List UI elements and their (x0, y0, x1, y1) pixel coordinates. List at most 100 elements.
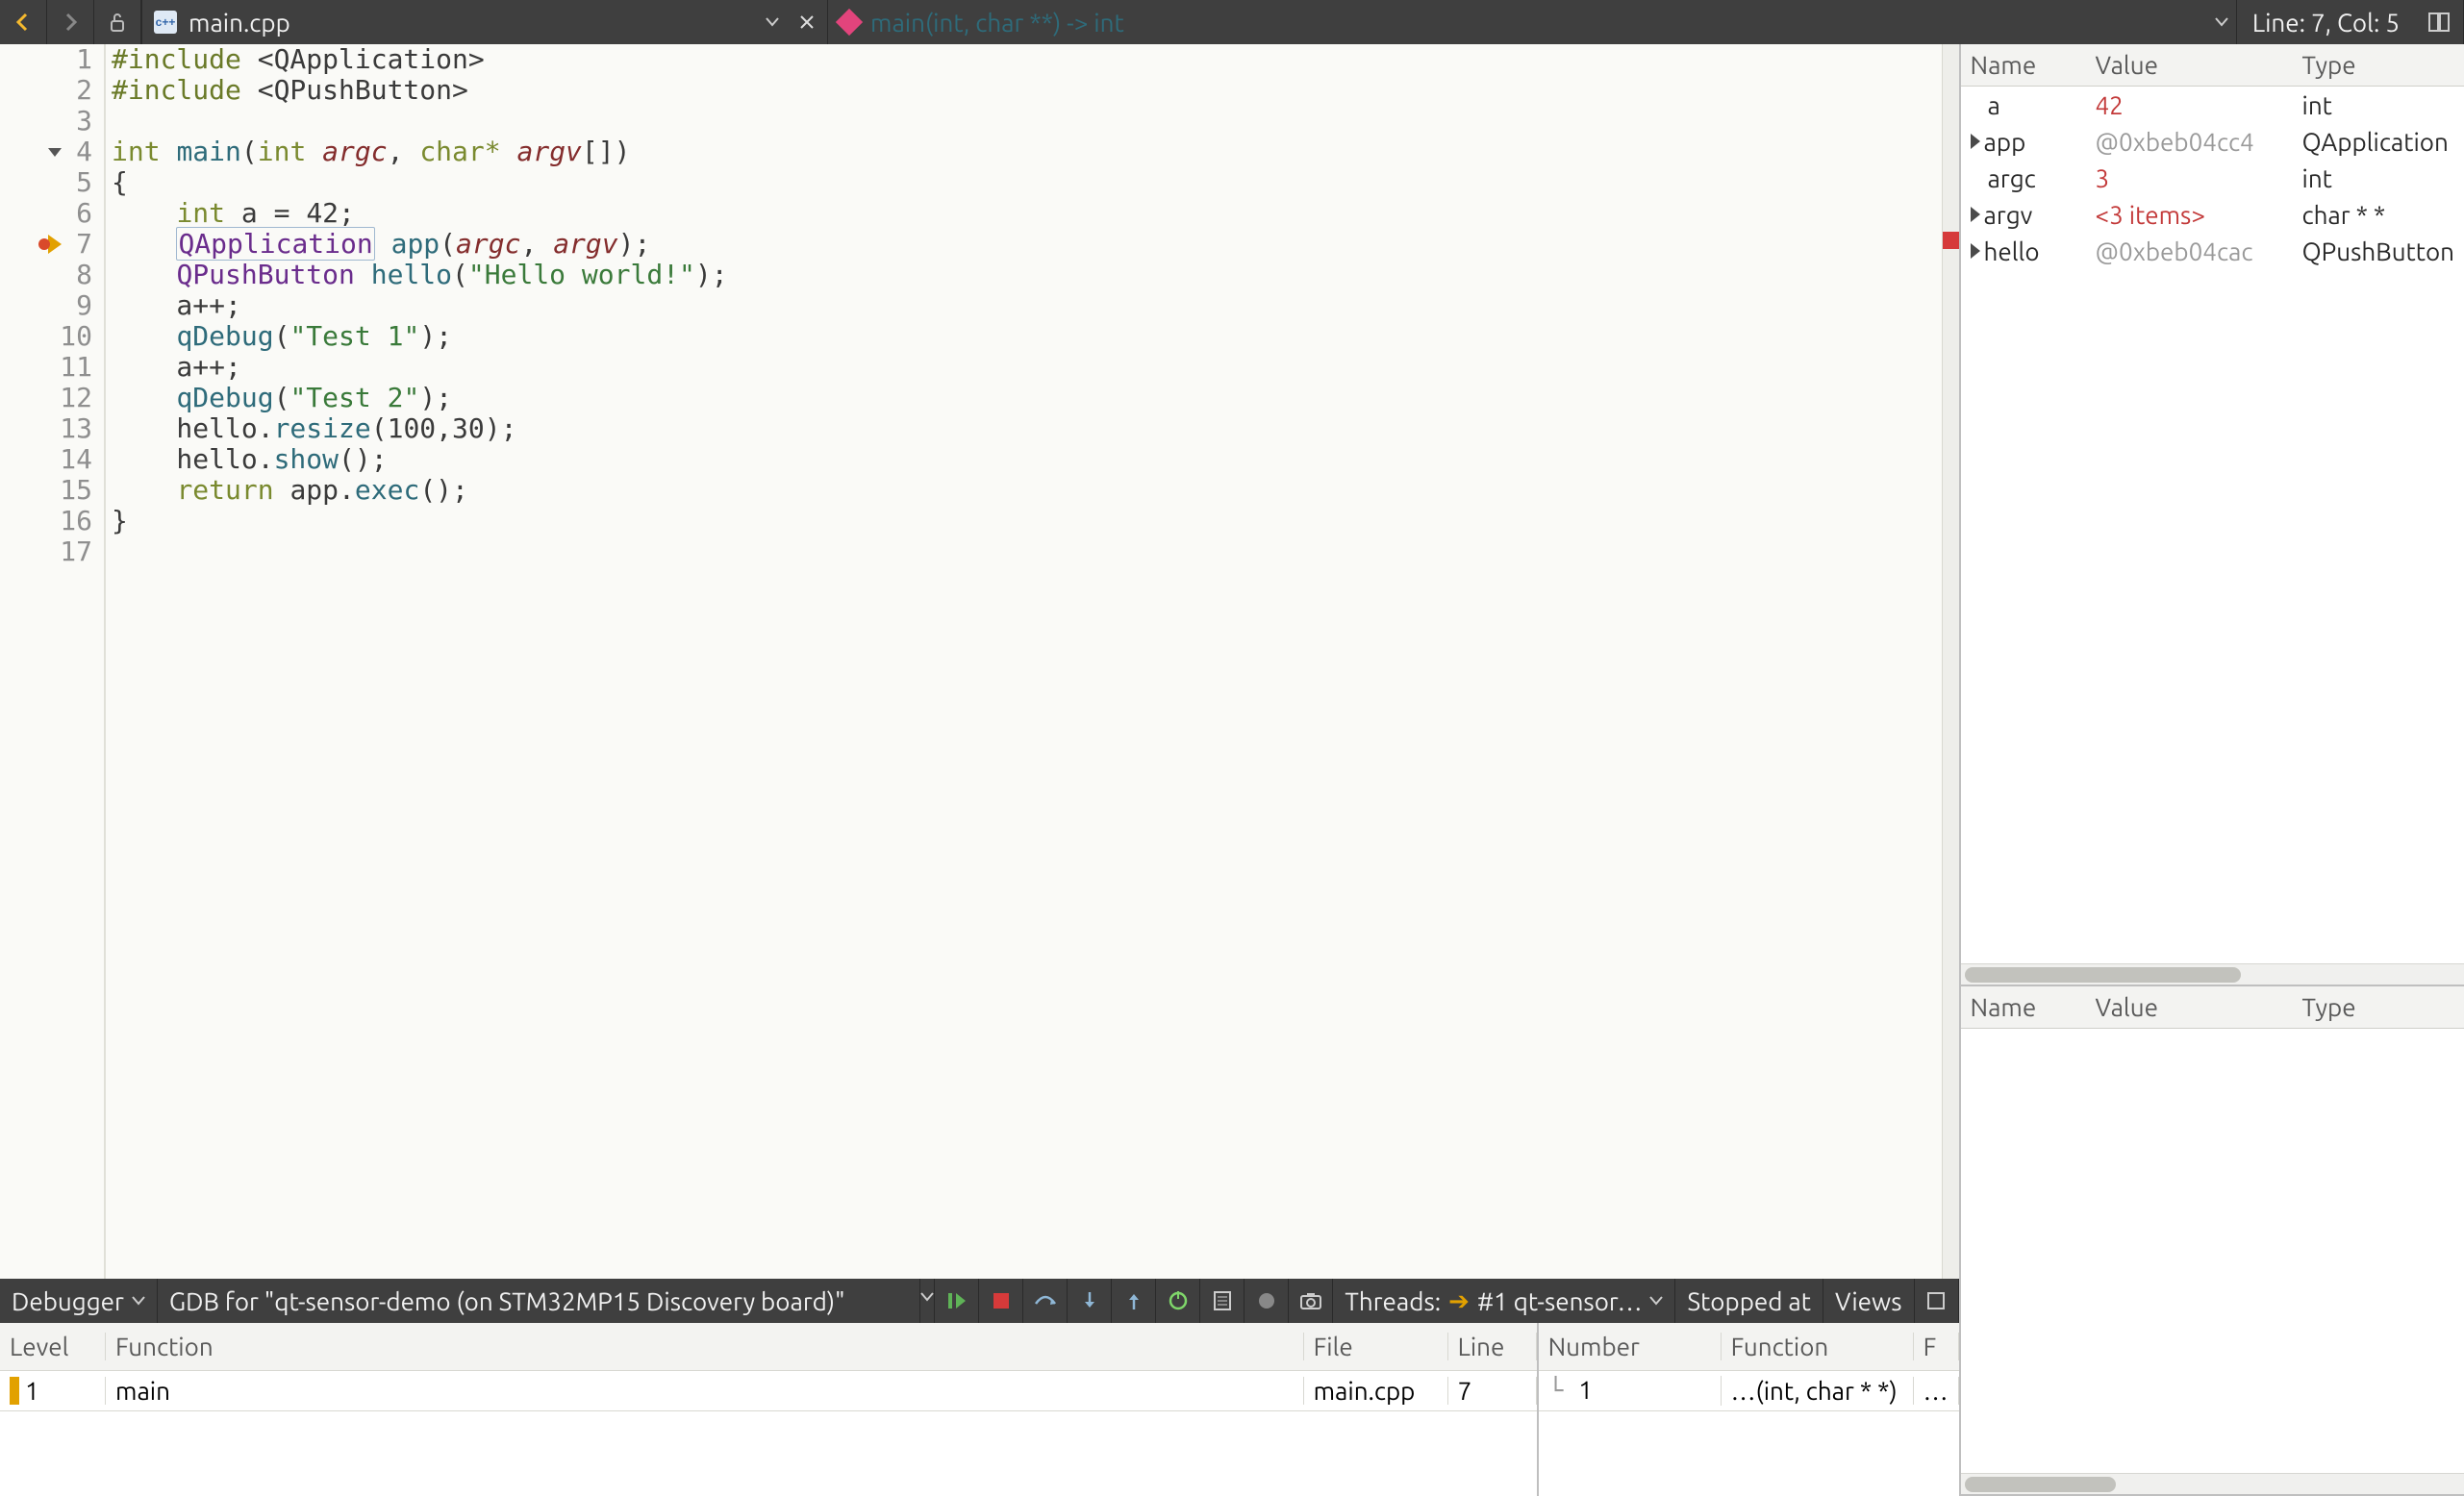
nav-back-button[interactable] (0, 0, 47, 44)
code-line[interactable]: int a = 42; (112, 198, 1942, 229)
code-line[interactable] (112, 536, 1942, 567)
restart-button[interactable] (1156, 1279, 1200, 1323)
breakpoint-current-marker[interactable] (48, 235, 62, 254)
record-button[interactable] (1245, 1279, 1289, 1323)
editor-code-area[interactable]: #include <QApplication>#include <QPushBu… (106, 44, 1942, 1279)
continue-button[interactable] (935, 1279, 979, 1323)
expand-icon[interactable] (1971, 134, 1980, 149)
locals-row[interactable]: argv<3 items>char * * (1961, 196, 2464, 233)
line-number[interactable]: 11 (60, 352, 92, 383)
locals-row[interactable]: a42int (1961, 87, 2464, 123)
code-line[interactable] (112, 106, 1942, 137)
line-number[interactable]: 14 (60, 444, 92, 475)
line-number[interactable]: 16 (60, 506, 92, 536)
function-dropdown[interactable] (2207, 0, 2236, 44)
line-number[interactable]: 5 (76, 167, 92, 198)
code-line[interactable]: int main(int argc, char* argv[]) (112, 137, 1942, 167)
breakpoints-panel: Number Function F └1…(int, char * *)… (1539, 1323, 1959, 1496)
split-editor-button[interactable] (2415, 0, 2464, 44)
file-tab[interactable]: c++ main.cpp (142, 0, 758, 44)
stack-header-level[interactable]: Level (0, 1333, 106, 1360)
stack-header-file[interactable]: File (1304, 1333, 1448, 1360)
threads-section[interactable]: Threads: ➔ #1 qt-sensor… (1333, 1279, 1675, 1323)
line-number[interactable]: 17 (60, 536, 92, 567)
code-line[interactable]: } (112, 506, 1942, 536)
expand-icon[interactable] (1971, 207, 1980, 222)
debugger-target-section[interactable]: GDB for "qt-sensor-demo (on STM32MP15 Di… (158, 1279, 921, 1323)
watch-header-type[interactable]: Type (2293, 993, 2464, 1021)
debugger-bottom-panels: Level Function File Line 1mainmain.cpp7 … (0, 1323, 1959, 1496)
line-number[interactable]: 10 (60, 321, 92, 352)
watch-header-name[interactable]: Name (1961, 993, 2086, 1021)
code-line[interactable]: qDebug("Test 2"); (112, 383, 1942, 413)
bp-header-function[interactable]: Function (1722, 1333, 1914, 1360)
breakpoints-body[interactable]: └1…(int, char * *)… (1539, 1371, 1959, 1411)
step-into-button[interactable] (1068, 1279, 1112, 1323)
breakpoint-row[interactable]: └1…(int, char * *)… (1539, 1371, 1959, 1411)
locals-row[interactable]: app@0xbeb04cc4QApplication (1961, 123, 2464, 160)
code-line[interactable]: a++; (112, 352, 1942, 383)
line-number[interactable]: 12 (60, 383, 92, 413)
code-editor[interactable]: 1234567891011121314151617 #include <QApp… (0, 44, 1959, 1279)
line-number[interactable]: 2 (76, 75, 92, 106)
line-number[interactable]: 7 (76, 229, 92, 260)
fold-toggle-icon[interactable] (48, 148, 62, 157)
file-tab-close[interactable] (787, 0, 827, 44)
editor-gutter[interactable]: 1234567891011121314151617 (0, 44, 106, 1279)
code-line[interactable]: qDebug("Test 1"); (112, 321, 1942, 352)
locals-hscrollbar[interactable] (1961, 963, 2464, 985)
locals-body[interactable]: a42intapp@0xbeb04cc4QApplicationargc3int… (1961, 87, 2464, 963)
code-line[interactable]: return app.exec(); (112, 475, 1942, 506)
code-line[interactable]: { (112, 167, 1942, 198)
locals-row[interactable]: hello@0xbeb04cacQPushButton (1961, 233, 2464, 269)
debug-log-button[interactable] (1200, 1279, 1245, 1323)
code-line[interactable]: #include <QApplication> (112, 44, 1942, 75)
var-value: @0xbeb04cac (2086, 237, 2293, 265)
locals-header-value[interactable]: Value (2086, 51, 2293, 79)
stack-frames-panel: Level Function File Line 1mainmain.cpp7 (0, 1323, 1539, 1496)
line-number[interactable]: 15 (60, 475, 92, 506)
line-number[interactable]: 1 (76, 44, 92, 75)
lock-button[interactable] (94, 0, 141, 44)
file-tab-dropdown[interactable] (758, 0, 787, 44)
code-line[interactable]: QPushButton hello("Hello world!"); (112, 260, 1942, 290)
stop-button[interactable] (979, 1279, 1023, 1323)
bp-header-number[interactable]: Number (1539, 1333, 1722, 1360)
line-number[interactable]: 6 (76, 198, 92, 229)
line-number[interactable]: 8 (76, 260, 92, 290)
code-line[interactable]: hello.resize(100,30); (112, 413, 1942, 444)
nav-forward-button[interactable] (47, 0, 94, 44)
var-type: QApplication (2293, 128, 2464, 156)
stack-header-line[interactable]: Line (1448, 1333, 1537, 1360)
stack-body[interactable]: 1mainmain.cpp7 (0, 1371, 1537, 1411)
locals-header-name[interactable]: Name (1961, 51, 2086, 79)
debugger-target-dropdown[interactable] (920, 1279, 935, 1323)
code-line[interactable]: a++; (112, 290, 1942, 321)
bp-header-rest[interactable]: F (1914, 1333, 1959, 1360)
locals-header-type[interactable]: Type (2293, 51, 2464, 79)
line-number[interactable]: 4 (76, 137, 92, 167)
maximize-button[interactable] (1915, 1279, 1959, 1323)
snapshot-button[interactable] (1289, 1279, 1333, 1323)
editor-overview-ruler[interactable] (1942, 44, 1959, 1279)
line-number[interactable]: 9 (76, 290, 92, 321)
locals-row[interactable]: argc3int (1961, 160, 2464, 196)
code-line[interactable]: #include <QPushButton> (112, 75, 1942, 106)
views-button[interactable]: Views (1823, 1279, 1914, 1323)
step-over-button[interactable] (1023, 1279, 1068, 1323)
line-number[interactable]: 13 (60, 413, 92, 444)
code-line[interactable]: hello.show(); (112, 444, 1942, 475)
watch-header-value[interactable]: Value (2086, 993, 2293, 1021)
code-line[interactable]: QApplication app(argc, argv); (112, 229, 1942, 260)
stack-header-function[interactable]: Function (106, 1333, 1304, 1360)
debugger-title-section[interactable]: Debugger (0, 1279, 158, 1323)
function-selector[interactable]: main(int, char **) -> int (828, 0, 2207, 44)
var-value: 42 (2086, 91, 2293, 119)
debugger-title: Debugger (12, 1287, 124, 1315)
watch-hscrollbar[interactable] (1961, 1473, 2464, 1494)
stack-row[interactable]: 1mainmain.cpp7 (0, 1371, 1537, 1411)
step-out-button[interactable] (1112, 1279, 1156, 1323)
watch-body[interactable] (1961, 1029, 2464, 1473)
line-number[interactable]: 3 (76, 106, 92, 137)
expand-icon[interactable] (1971, 243, 1980, 259)
